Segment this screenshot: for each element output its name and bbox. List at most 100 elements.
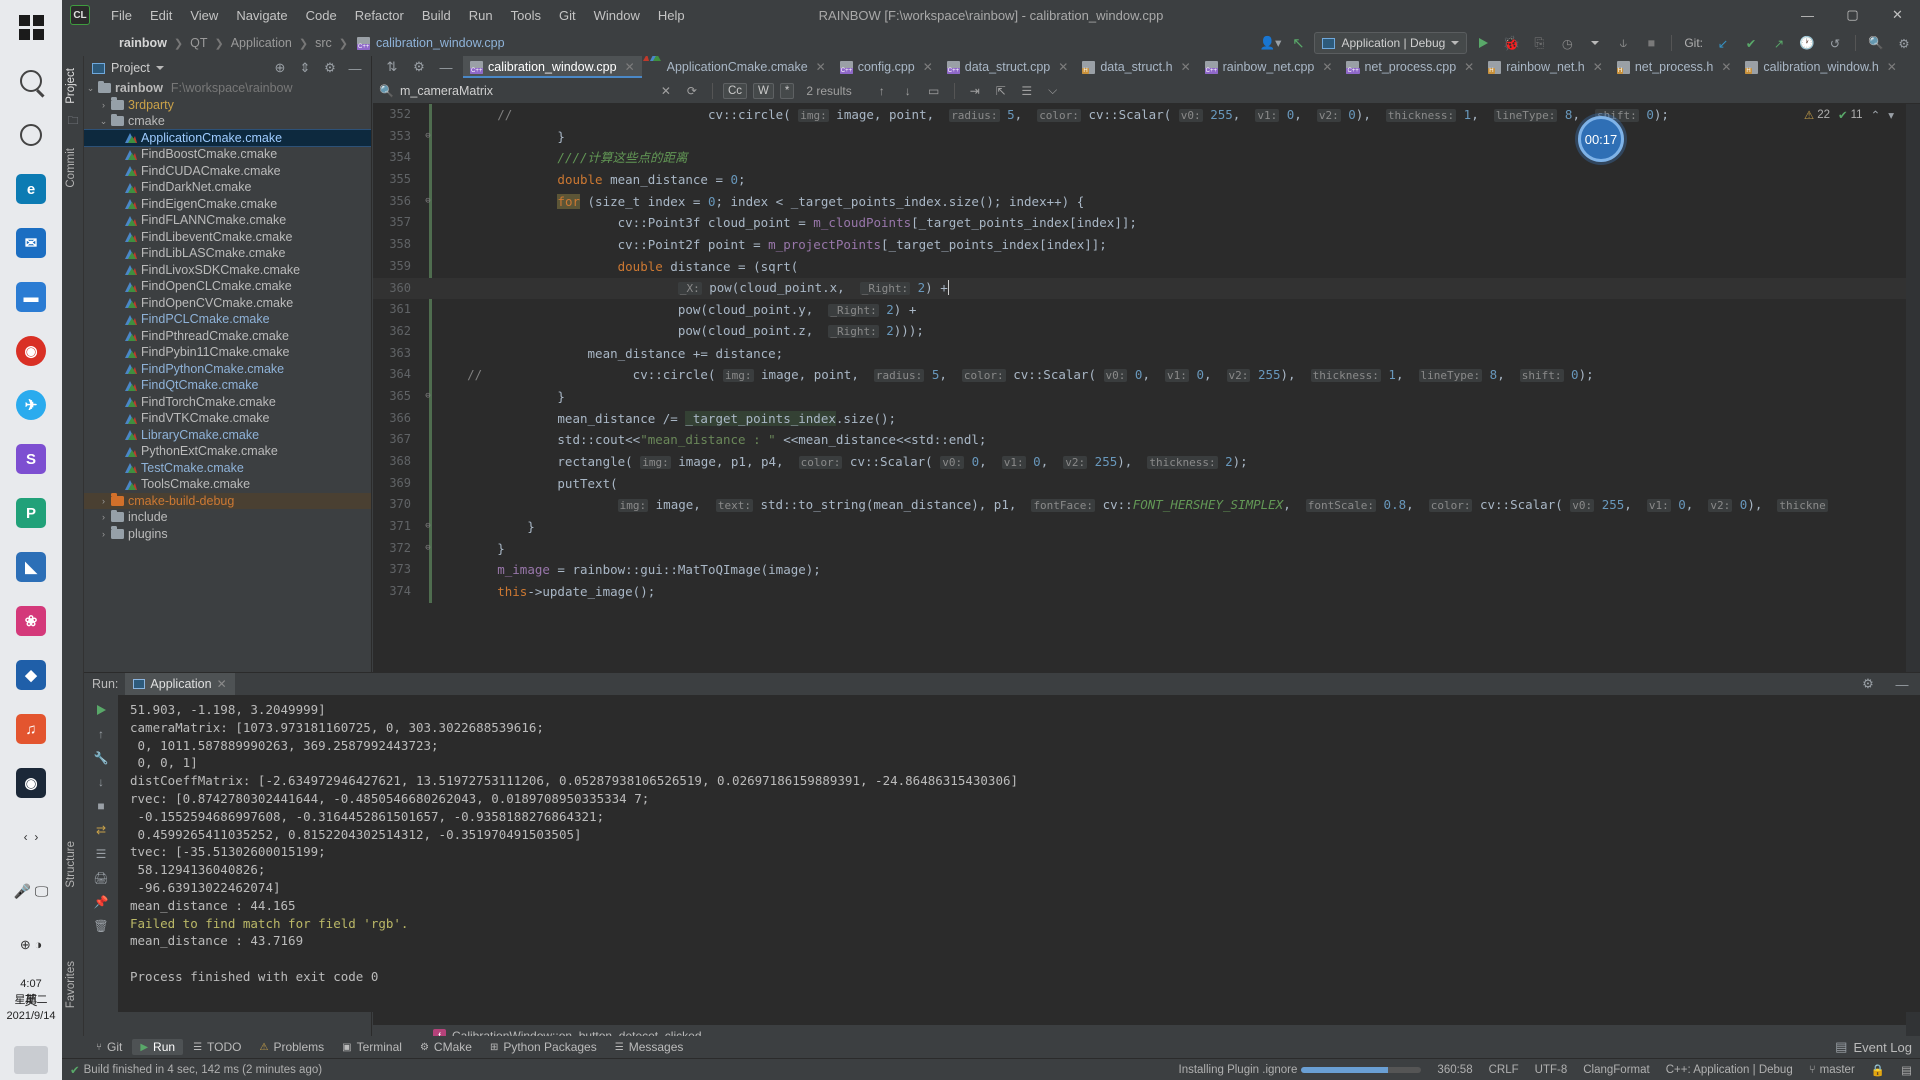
tree-item-librarycmake-cmake[interactable]: LibraryCmake.cmake [84, 427, 371, 444]
maximize-button[interactable]: ▢ [1830, 0, 1875, 30]
taskbar-blender[interactable]: ◆ [0, 648, 62, 702]
tool-window-button-run[interactable]: ▶ Run [132, 1039, 184, 1055]
file-encoding[interactable]: UTF-8 [1527, 1064, 1576, 1076]
breadcrumb-application[interactable]: Application [229, 36, 294, 50]
taskbar-explorer[interactable]: ▬ [0, 270, 62, 324]
tool-tab-commit[interactable]: Commit [62, 140, 80, 196]
git-branch[interactable]: ⑂ master [1801, 1064, 1863, 1076]
tree-item-applicationcmake-cmake[interactable]: ApplicationCmake.cmake [84, 128, 371, 147]
words-toggle[interactable]: W [753, 82, 774, 99]
structure-folder-icon[interactable]: 🗀 [62, 112, 84, 132]
code-formatter[interactable]: ClangFormat [1575, 1064, 1657, 1076]
select-all-occurrences-icon[interactable]: ▭ [924, 81, 944, 101]
chevron-expanded-icon[interactable]: ⌄ [84, 83, 97, 94]
editor-tab-net-process-h[interactable]: Hnet_process.h ✕ [1610, 56, 1739, 78]
menu-file[interactable]: File [102, 5, 141, 26]
tree-item-findboostcmake-cmake[interactable]: FindBoostCmake.cmake [84, 146, 371, 163]
taskbar-search[interactable] [0, 54, 62, 108]
scroll-from-source-icon[interactable]: ⊕ [268, 57, 292, 79]
code-line[interactable]: 358 cv::Point2f point = m_projectPoints[… [373, 234, 1920, 256]
find-prev-icon[interactable]: ↑ [872, 81, 892, 101]
tree-item-plugins[interactable]: › plugins [84, 526, 371, 543]
tree-item-pythonextcmake-cmake[interactable]: PythonExtCmake.cmake [84, 443, 371, 460]
close-tab-icon[interactable]: ✕ [1721, 60, 1731, 74]
code-line[interactable]: 365 ⊖ } [373, 386, 1920, 408]
print-icon[interactable]: 🖨 [89, 867, 113, 889]
profile-button[interactable]: ◷ [1555, 32, 1579, 54]
editor-tab-data-struct-h[interactable]: Hdata_struct.h ✕ [1075, 56, 1197, 78]
code-line[interactable]: 373 m_image = rainbow::gui::MatToQImage(… [373, 559, 1920, 581]
tree-item-findpthreadcmake-cmake[interactable]: FindPthreadCmake.cmake [84, 328, 371, 345]
chevron-icon[interactable]: › [97, 529, 110, 539]
tree-item-cmake-build-debug[interactable]: › cmake-build-debug [84, 492, 371, 509]
tool-tab-favorites[interactable]: Favorites [62, 953, 80, 1016]
close-icon[interactable]: ✕ [217, 677, 227, 691]
code-line[interactable]: 369 putText( [373, 473, 1920, 495]
menu-code[interactable]: Code [297, 5, 346, 26]
line-separator[interactable]: CRLF [1481, 1064, 1527, 1076]
tool-window-button-python-packages[interactable]: ⊞ Python Packages [482, 1039, 605, 1055]
taskbar-pycharm[interactable]: P [0, 486, 62, 540]
debug-button[interactable]: 🐞 [1499, 32, 1523, 54]
stop-button[interactable]: ■ [1639, 32, 1663, 54]
close-tab-icon[interactable]: ✕ [1058, 60, 1068, 74]
fold-marker-icon[interactable]: ⊖ [419, 516, 437, 538]
tool-tab-project[interactable]: Project [62, 60, 80, 112]
scroll-down-icon[interactable]: ↓ [89, 771, 113, 793]
tree-item-findpclcmake-cmake[interactable]: FindPCLCmake.cmake [84, 311, 371, 328]
run-configuration-selector[interactable]: Application | Debug [1314, 32, 1468, 54]
caret-position[interactable]: 360:58 [1429, 1064, 1480, 1076]
history-icon[interactable]: 🕐 [1795, 32, 1819, 54]
stop-icon[interactable]: ■ [89, 795, 113, 817]
settings-gear-icon[interactable]: ⚙ [1892, 32, 1916, 54]
close-tab-icon[interactable]: ✕ [1181, 60, 1191, 74]
taskbar-mail[interactable]: ✉ [0, 216, 62, 270]
lock-icon[interactable]: 🔒 [1863, 1063, 1893, 1077]
taskbar-clock[interactable]: 4:07 星期二 2021/9/14 [0, 976, 62, 1024]
tree-item-findopencvcmake-cmake[interactable]: FindOpenCVCmake.cmake [84, 295, 371, 312]
clear-search-icon[interactable]: ✕ [656, 81, 676, 101]
toggle-lines-icon[interactable]: ☰ [1017, 81, 1037, 101]
breadcrumb-src[interactable]: src [313, 36, 334, 50]
editor-tab-applicationcmake-cmake[interactable]: ApplicationCmake.cmake ✕ [642, 56, 833, 78]
taskbar-steam[interactable]: ◉ [0, 756, 62, 810]
tool-window-button-git[interactable]: ⑂ Git [88, 1039, 130, 1055]
menu-git[interactable]: Git [550, 5, 585, 26]
minimize-button[interactable]: — [1785, 0, 1830, 30]
tool-window-button-messages[interactable]: ☰ Messages [607, 1039, 692, 1055]
inspection-widget[interactable]: ⚠ 22 ✔ 11 ⌃ ▾ [1804, 108, 1894, 122]
filter-icon[interactable]: ⌵ [1043, 81, 1063, 101]
taskbar-vscode[interactable]: ◣ [0, 540, 62, 594]
code-line[interactable]: 364 // cv::circle( img: image, point, ra… [373, 364, 1920, 386]
chevron-icon[interactable]: › [97, 100, 110, 110]
tree-item-findqtcmake-cmake[interactable]: FindQtCmake.cmake [84, 377, 371, 394]
editor-tab-config-cpp[interactable]: C++ config.cpp ✕ [833, 56, 940, 78]
run-panel-settings-icon[interactable]: ⚙ [1856, 673, 1880, 695]
close-tab-icon[interactable]: ✕ [923, 60, 933, 74]
close-tab-icon[interactable]: ✕ [1322, 60, 1332, 74]
open-in-find-window-icon[interactable]: ⇱ [991, 81, 1011, 101]
code-line[interactable]: 357 cv::Point3f cloud_point = m_cloudPoi… [373, 212, 1920, 234]
tree-root-row[interactable]: ⌄ rainbow F:\workspace\rainbow [84, 80, 371, 97]
taskbar-appstore[interactable]: S [0, 432, 62, 486]
tree-item-findvtkcmake-cmake[interactable]: FindVTKCmake.cmake [84, 410, 371, 427]
tree-item-include[interactable]: › include [84, 509, 371, 526]
tree-item-findopenclcmake-cmake[interactable]: FindOpenCLCmake.cmake [84, 278, 371, 295]
attach-process-button[interactable]: ⎘ [1527, 32, 1551, 54]
code-line[interactable]: 371 ⊖ } [373, 516, 1920, 538]
hide-panel-icon[interactable]: — [343, 57, 367, 79]
close-tab-icon[interactable]: ✕ [1593, 60, 1603, 74]
code-line[interactable]: 353 ⊖ } [373, 126, 1920, 148]
git-commit-icon[interactable]: ✔ [1739, 32, 1763, 54]
taskbar-mic[interactable]: 🎤 🖵 [0, 864, 62, 918]
taskbar-show-desktop[interactable] [14, 1046, 48, 1074]
close-tab-icon[interactable]: ✕ [625, 60, 635, 74]
trash-icon[interactable]: 🗑 [89, 915, 113, 937]
tree-item-findlibeventcmake-cmake[interactable]: FindLibeventCmake.cmake [84, 229, 371, 246]
close-tab-icon[interactable]: ✕ [816, 60, 826, 74]
code-line[interactable]: 367 std::cout<<"mean_distance : " <<mean… [373, 429, 1920, 451]
editor-tab-rainbow-net-h[interactable]: Hrainbow_net.h ✕ [1481, 56, 1610, 78]
breadcrumb-rainbow[interactable]: rainbow [117, 36, 169, 50]
coverage-button[interactable]: ⫝ [1611, 32, 1635, 54]
tree-item-findeigencmake-cmake[interactable]: FindEigenCmake.cmake [84, 196, 371, 213]
